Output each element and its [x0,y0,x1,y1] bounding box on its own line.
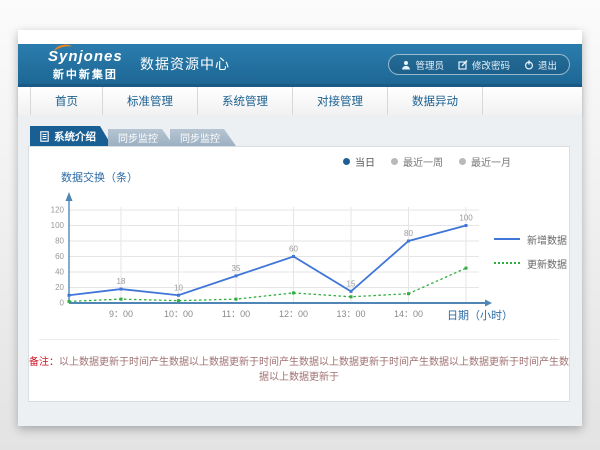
page-title: 数据资源中心 [140,44,230,84]
svg-text:20: 20 [55,283,64,292]
app-header: Synjones 新中新集团 数据资源中心 管理员 [18,44,582,84]
main-nav: 首页 标准管理 系统管理 对接管理 数据异动 [18,84,582,115]
content-area: 系统介绍 同步监控 同步监控 当日 最近一周 [18,115,582,426]
logout-button[interactable]: 退出 [524,58,557,72]
svg-text:80: 80 [55,237,64,246]
radio-dot [343,158,350,165]
legend-item-new-data: 新增数据 [494,227,567,251]
edit-icon [458,60,468,70]
footnote: 备注：以上数据更新于时间产生数据以上数据更新于时间产生数据以上数据更新于时间产生… [29,353,569,383]
svg-text:100: 100 [459,214,473,223]
svg-text:120: 120 [51,206,65,215]
chart-card: 当日 最近一周 最近一月 数据交换（条） 0204060801001209：00… [28,146,570,402]
svg-text:35: 35 [232,264,241,273]
svg-text:80: 80 [404,229,413,238]
nav-item-standards[interactable]: 标准管理 [103,87,198,115]
brand-logo-cn: 新中新集团 [48,66,123,82]
svg-text:15: 15 [347,279,356,288]
x-axis-title: 日期（小时） [447,307,513,323]
svg-text:18: 18 [117,277,126,286]
svg-text:14：00: 14：00 [394,309,423,319]
time-range-filter: 当日 最近一周 最近一月 [343,154,511,169]
svg-text:0: 0 [60,299,65,308]
brand-logo-text: Synjones [48,48,123,65]
radio-dot [391,158,398,165]
nav-item-integration[interactable]: 对接管理 [293,87,388,115]
card-divider [39,339,559,340]
svg-text:60: 60 [55,252,64,261]
power-icon [524,60,534,70]
dotted-line-swatch [494,262,520,264]
svg-text:40: 40 [55,268,64,277]
current-user-button[interactable]: 管理员 [401,58,444,72]
tab-sync-monitor-1[interactable]: 同步监控 [108,129,174,146]
brand-logo: Synjones 新中新集团 [48,48,123,82]
radio-today[interactable]: 当日 [343,154,375,169]
document-icon [40,131,49,142]
desktop-background: Synjones 新中新集团 数据资源中心 管理员 [0,0,600,450]
radio-dot [459,158,466,165]
svg-text:12：00: 12：00 [279,309,308,319]
svg-text:9：00: 9：00 [109,309,133,319]
nav-item-home[interactable]: 首页 [30,87,103,115]
footnote-label: 备注： [29,357,59,368]
footnote-text: 以上数据更新于时间产生数据以上数据更新于时间产生数据以上数据更新于时间产生数据以… [59,357,569,383]
solid-line-swatch [494,238,520,240]
svg-text:10：00: 10：00 [164,309,193,319]
tab-bar: 系统介绍 同步监控 同步监控 [30,126,236,146]
chart-legend: 新增数据 更新数据 [494,227,567,275]
svg-text:13：00: 13：00 [336,309,365,319]
legend-item-updated-data: 更新数据 [494,251,567,275]
svg-text:11：00: 11：00 [222,309,250,319]
radio-last-week[interactable]: 最近一周 [391,154,443,169]
radio-last-month[interactable]: 最近一月 [459,154,511,169]
user-icon [401,60,411,70]
svg-text:10: 10 [174,283,183,292]
tab-system-intro[interactable]: 系统介绍 [30,126,112,146]
svg-text:60: 60 [289,245,298,254]
window-top-strip [18,30,582,44]
svg-text:100: 100 [51,221,65,230]
nav-item-system[interactable]: 系统管理 [198,87,293,115]
change-password-button[interactable]: 修改密码 [458,58,510,72]
user-actions-pill: 管理员 修改密码 退出 [388,54,570,75]
nav-item-data-change[interactable]: 数据异动 [388,87,483,115]
app-window: Synjones 新中新集团 数据资源中心 管理员 [18,30,582,426]
tab-sync-monitor-2[interactable]: 同步监控 [170,129,236,146]
